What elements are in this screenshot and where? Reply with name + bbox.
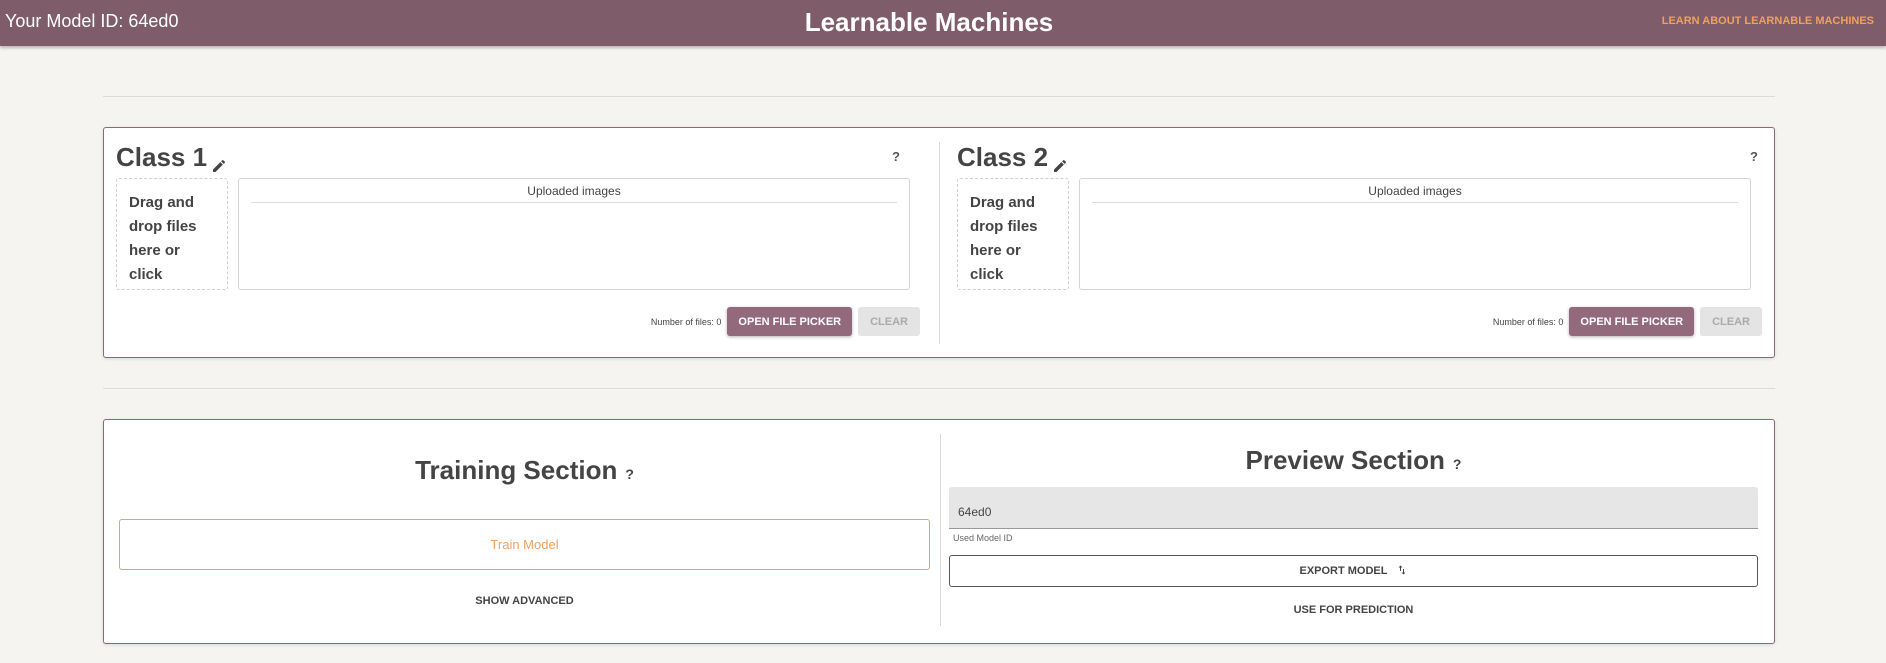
open-file-picker-button[interactable]: OPEN FILE PICKER bbox=[1569, 307, 1695, 336]
file-dropzone[interactable]: Drag and drop files here or click bbox=[116, 178, 228, 290]
use-for-prediction-button[interactable]: USE FOR PREDICTION bbox=[949, 604, 1758, 616]
uploaded-images-area: Uploaded images bbox=[1079, 178, 1751, 290]
model-id-field[interactable]: 64ed0 bbox=[949, 487, 1758, 529]
file-dropzone[interactable]: Drag and drop files here or click bbox=[957, 178, 1069, 290]
class-title: Class 2 bbox=[957, 142, 1068, 173]
clear-button[interactable]: CLEAR bbox=[1700, 307, 1762, 336]
file-count: Number of files: 0 bbox=[1492, 316, 1564, 327]
divider bbox=[1092, 202, 1738, 203]
help-icon[interactable]: ? bbox=[892, 149, 900, 164]
model-id-helper: Used Model ID bbox=[953, 533, 1013, 543]
class-title: Class 1 bbox=[116, 142, 227, 173]
uploaded-images-area: Uploaded images bbox=[238, 178, 910, 290]
file-actions: Number of files: 0 OPEN FILE PICKER CLEA… bbox=[651, 307, 920, 336]
train-model-button[interactable]: Train Model bbox=[119, 519, 930, 570]
edit-pencil-icon[interactable] bbox=[1052, 150, 1068, 172]
help-icon[interactable]: ? bbox=[1453, 456, 1462, 472]
file-count: Number of files: 0 bbox=[650, 316, 722, 327]
edit-pencil-icon[interactable] bbox=[211, 150, 227, 172]
class-card-2: Class 2 ? Drag and drop files here or cl… bbox=[945, 128, 1774, 357]
uploaded-images-label: Uploaded images bbox=[527, 184, 621, 198]
help-icon[interactable]: ? bbox=[625, 466, 634, 482]
divider bbox=[103, 96, 1775, 97]
training-section-title: Training Section ? bbox=[119, 455, 930, 486]
help-icon[interactable]: ? bbox=[1750, 149, 1758, 164]
clear-button[interactable]: CLEAR bbox=[858, 307, 920, 336]
section-separator bbox=[940, 434, 941, 626]
classes-panel: Class 1 ? Drag and drop files here or cl… bbox=[103, 127, 1775, 358]
preview-section-title: Preview Section ? bbox=[949, 445, 1758, 476]
learn-about-link[interactable]: LEARN ABOUT LEARNABLE MACHINES bbox=[1662, 15, 1874, 27]
show-advanced-button[interactable]: SHOW ADVANCED bbox=[119, 595, 930, 607]
class-name: Class 1 bbox=[116, 142, 208, 172]
training-title-text: Training Section bbox=[415, 455, 618, 485]
export-model-label: EXPORT MODEL bbox=[1299, 565, 1388, 577]
preview-title-text: Preview Section bbox=[1245, 445, 1445, 475]
swap-vert-icon bbox=[1396, 564, 1408, 579]
app-title: Learnable Machines bbox=[804, 7, 1054, 37]
divider bbox=[103, 388, 1775, 389]
export-model-button[interactable]: EXPORT MODEL bbox=[949, 555, 1758, 587]
class-name: Class 2 bbox=[957, 142, 1049, 172]
training-preview-panel: Training Section ? Train Model SHOW ADVA… bbox=[103, 419, 1775, 644]
file-actions: Number of files: 0 OPEN FILE PICKER CLEA… bbox=[1493, 307, 1762, 336]
divider bbox=[251, 202, 897, 203]
top-app-bar: Your Model ID: 64ed0 Learnable Machines … bbox=[0, 0, 1886, 46]
uploaded-images-label: Uploaded images bbox=[1368, 184, 1462, 198]
open-file-picker-button[interactable]: OPEN FILE PICKER bbox=[727, 307, 853, 336]
class-card-1: Class 1 ? Drag and drop files here or cl… bbox=[104, 128, 940, 357]
